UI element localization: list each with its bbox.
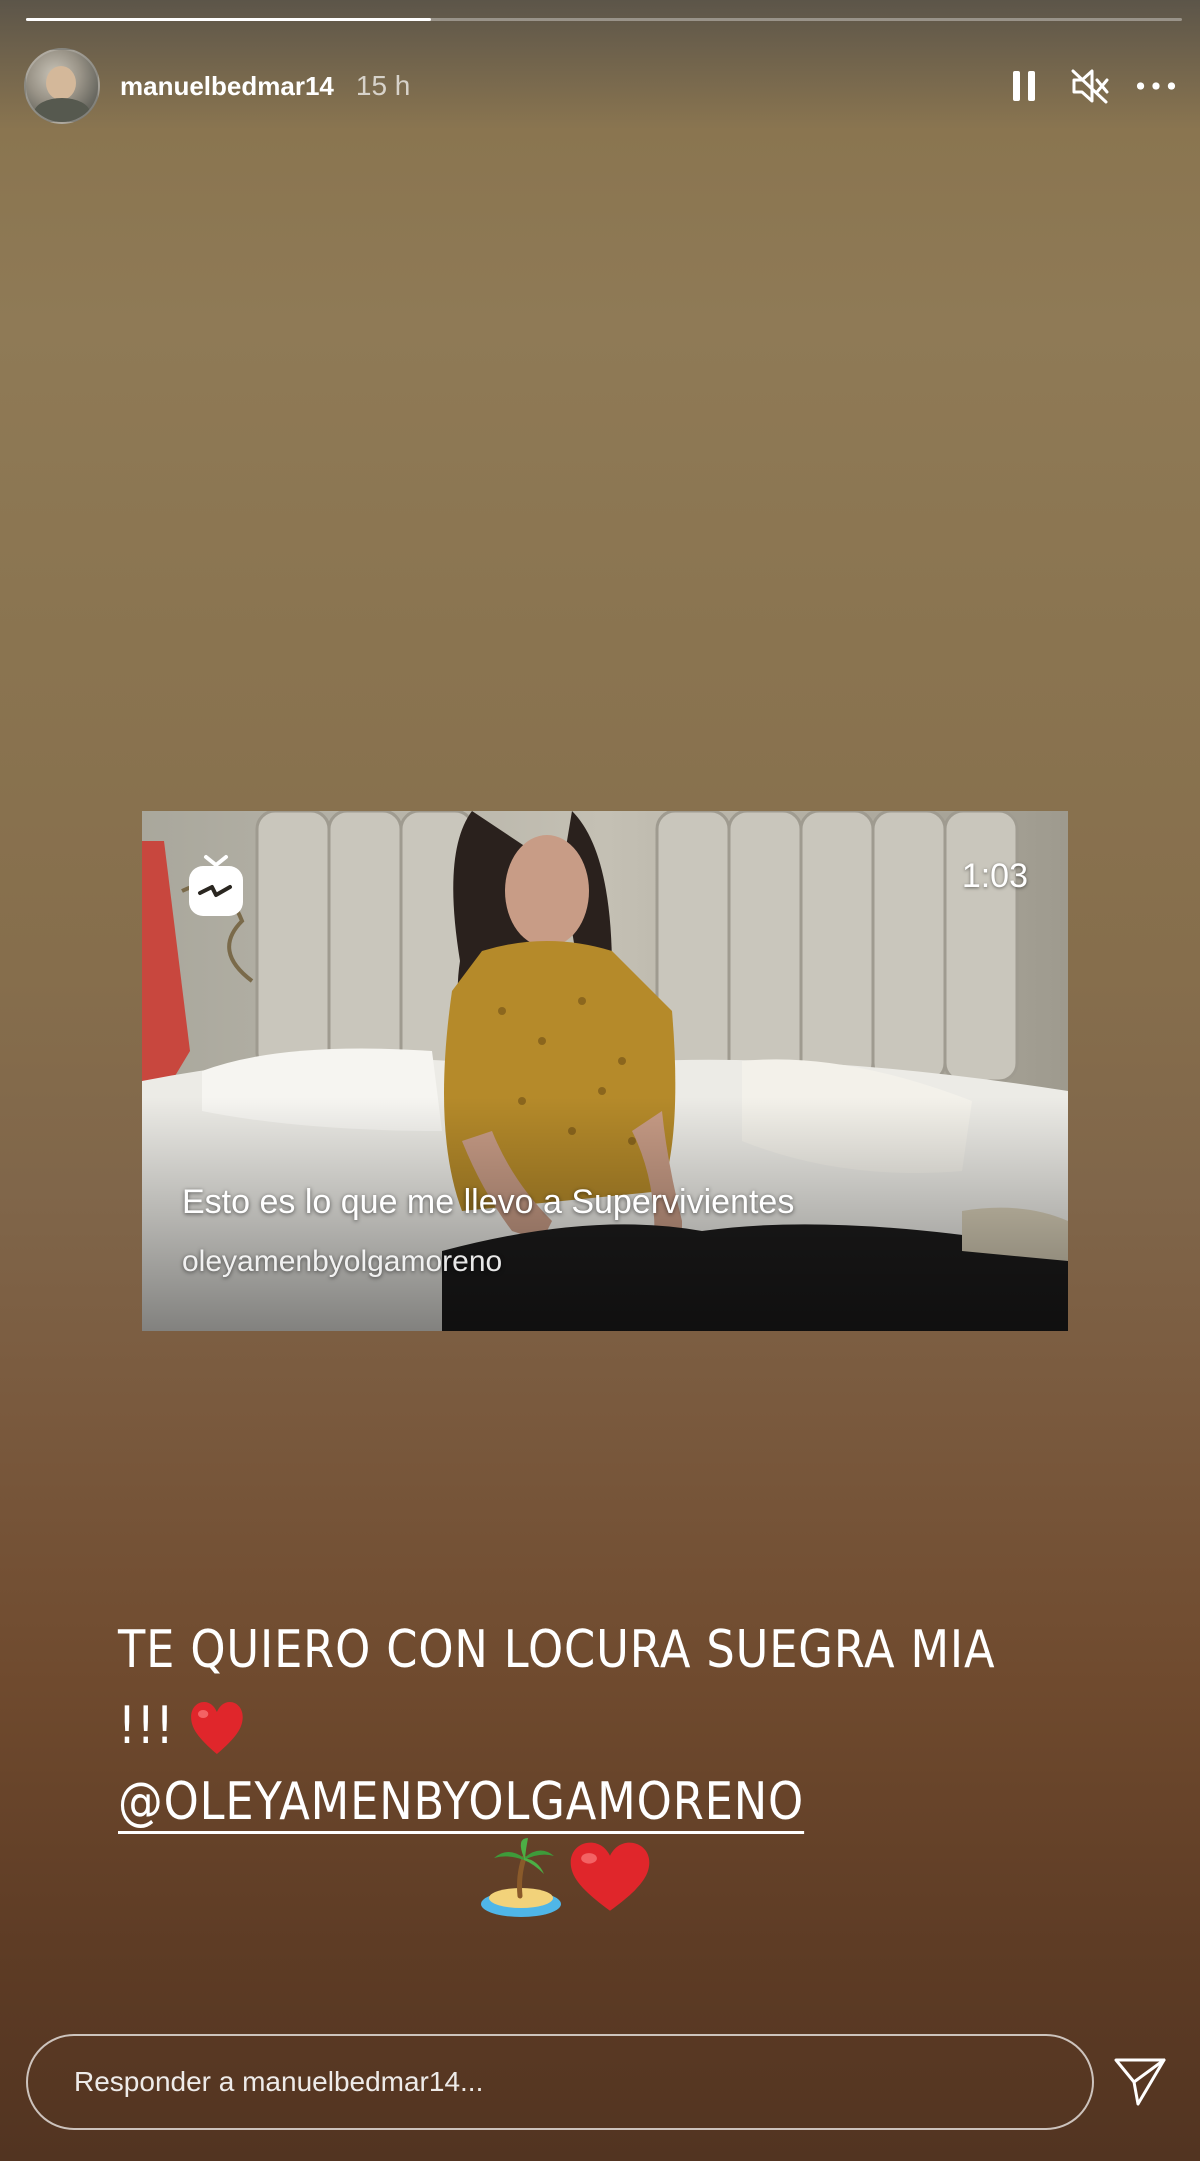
story-time: 15 h bbox=[355, 70, 411, 101]
sticker-line-2: @OLEYAMENBYOLGAMORENO bbox=[118, 1764, 1049, 1840]
pause-icon[interactable] bbox=[1004, 66, 1044, 106]
text-sticker: TE QUIERO CON LOCURA SUEGRA MIA !!! @OLE… bbox=[118, 1612, 1049, 1840]
sticker-line-1: TE QUIERO CON LOCURA SUEGRA MIA !!! bbox=[118, 1612, 1049, 1764]
more-options-icon[interactable] bbox=[1136, 66, 1176, 106]
igtv-video-card[interactable]: 1:03 Esto es lo que me llevo a Supervivi… bbox=[142, 811, 1068, 1331]
sticker-text: TE QUIERO CON LOCURA SUEGRA MIA !!! bbox=[118, 1620, 996, 1756]
heart-emoji bbox=[191, 1702, 243, 1754]
story-progress-fill bbox=[26, 18, 431, 21]
avatar[interactable] bbox=[24, 48, 100, 124]
mention-link[interactable]: @OLEYAMENBYOLGAMORENO bbox=[118, 1772, 804, 1832]
video-account[interactable]: oleyamenbyolgamoreno bbox=[182, 1245, 502, 1279]
emoji-sticker bbox=[478, 1836, 652, 1920]
heart-emoji bbox=[570, 1842, 650, 1911]
story-controls bbox=[1004, 66, 1176, 106]
story-progress-bar bbox=[26, 18, 1182, 21]
igtv-icon bbox=[189, 855, 243, 916]
video-duration: 1:03 bbox=[961, 857, 1028, 895]
send-icon[interactable] bbox=[1112, 2056, 1168, 2108]
video-caption: Esto es lo que me llevo a Supervivientes bbox=[182, 1183, 795, 1221]
desert-island-emoji bbox=[481, 1838, 561, 1917]
reply-input[interactable] bbox=[72, 2065, 1092, 2099]
username[interactable]: manuelbedmar14 bbox=[120, 71, 334, 102]
story-header: manuelbedmar14 15 h bbox=[24, 46, 1176, 126]
story-viewer[interactable]: manuelbedmar14 15 h 1:03 Esto es lo que … bbox=[0, 0, 1200, 2161]
speaker-muted-icon[interactable] bbox=[1070, 66, 1110, 106]
reply-field[interactable] bbox=[26, 2034, 1094, 2130]
